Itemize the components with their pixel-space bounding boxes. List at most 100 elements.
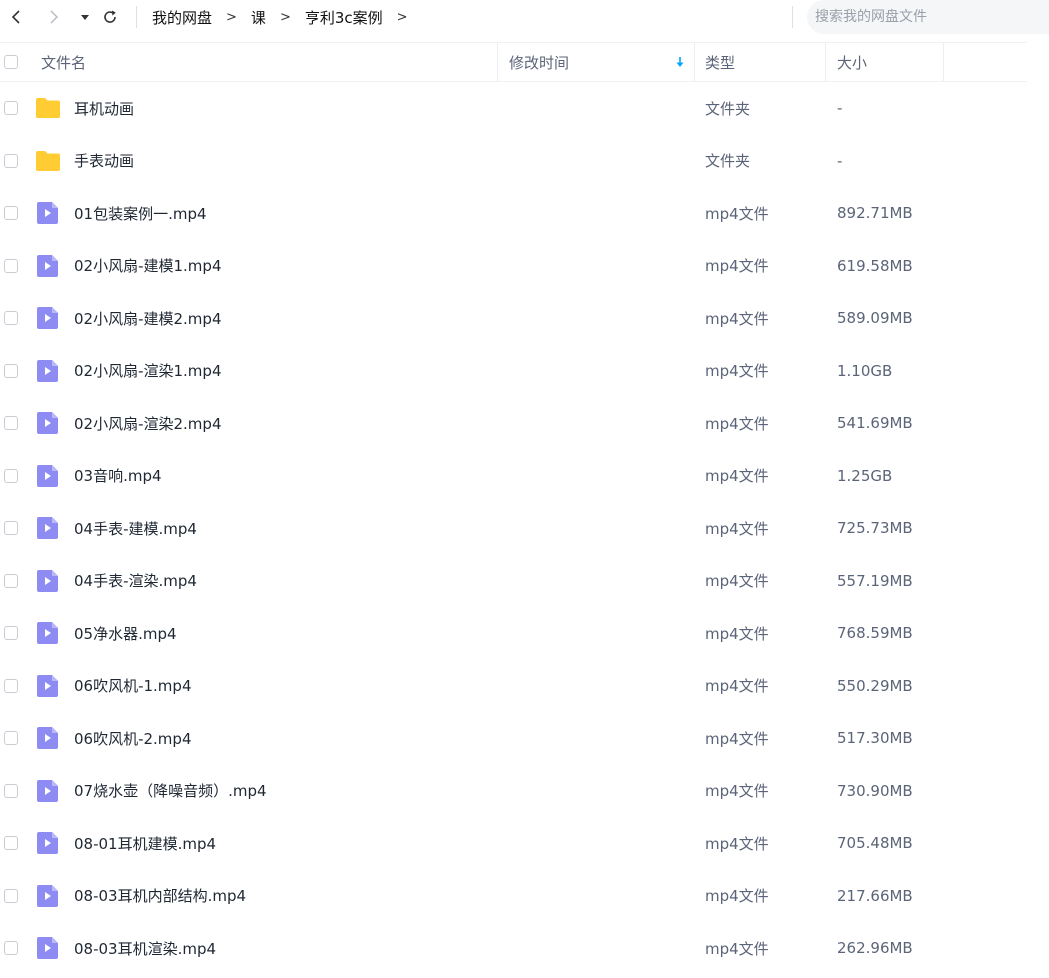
table-row[interactable]: 07烧水壶（降噪音频）.mp4 mp4文件 730.90MB [0, 765, 1027, 818]
file-name[interactable]: 08-03耳机内部结构.mp4 [74, 870, 246, 922]
file-size: - [837, 151, 843, 170]
table-row[interactable]: 05净水器.mp4 mp4文件 768.59MB [0, 607, 1027, 660]
table-row[interactable]: 手表动画 文件夹 - [0, 135, 1027, 188]
row-checkbox[interactable] [4, 363, 18, 378]
search-box [807, 0, 1049, 34]
file-type: mp4文件 [705, 887, 769, 905]
file-type: mp4文件 [705, 677, 769, 695]
file-name[interactable]: 手表动画 [74, 135, 134, 187]
table-row[interactable]: 04手表-建模.mp4 mp4文件 725.73MB [0, 502, 1027, 555]
breadcrumb-item-my-drive[interactable]: 我的网盘 [152, 7, 212, 28]
table-row[interactable]: 06吹风机-1.mp4 mp4文件 550.29MB [0, 660, 1027, 713]
row-checkbox[interactable] [4, 678, 18, 693]
row-checkbox[interactable] [4, 258, 18, 273]
table-row[interactable]: 03音响.mp4 mp4文件 1.25GB [0, 450, 1027, 503]
video-file-icon [37, 359, 58, 382]
row-checkbox[interactable] [4, 573, 18, 588]
table-row[interactable]: 02小风扇-建模2.mp4 mp4文件 589.09MB [0, 292, 1027, 345]
breadcrumb-item-current-folder[interactable]: 亨利3c案例 [305, 7, 383, 28]
video-file-icon [37, 517, 58, 539]
row-checkbox[interactable] [4, 468, 18, 483]
video-file-icon [37, 622, 58, 644]
column-header-type[interactable]: 类型 [705, 43, 735, 81]
file-name[interactable]: 08-01耳机建模.mp4 [74, 817, 216, 869]
breadcrumb-item-course[interactable]: 课 [251, 7, 266, 28]
video-file-icon [37, 779, 58, 802]
file-size: 892.71MB [837, 204, 913, 222]
file-name[interactable]: 04手表-建模.mp4 [74, 502, 197, 554]
toolbar-divider [792, 6, 793, 28]
table-header: 文件名 修改时间 类型 大小 [0, 42, 1027, 82]
file-name[interactable]: 06吹风机-2.mp4 [74, 712, 192, 764]
row-checkbox[interactable] [4, 888, 18, 903]
table-row[interactable]: 08-03耳机内部结构.mp4 mp4文件 217.66MB [0, 870, 1027, 923]
video-file-icon [37, 674, 58, 697]
file-size: 217.66MB [837, 886, 913, 905]
file-name[interactable]: 耳机动画 [74, 82, 134, 134]
table-row[interactable]: 02小风扇-渲染1.mp4 mp4文件 1.10GB [0, 345, 1027, 398]
row-checkbox[interactable] [4, 153, 18, 168]
row-checkbox[interactable] [4, 783, 18, 798]
file-name[interactable]: 08-03耳机渲染.mp4 [74, 922, 216, 974]
video-file-icon [37, 202, 58, 224]
search-input[interactable] [813, 8, 1037, 26]
caret-down-icon [81, 15, 89, 20]
table-row[interactable]: 08-01耳机建模.mp4 mp4文件 705.48MB [0, 817, 1027, 870]
video-file-icon [37, 254, 58, 277]
row-checkbox[interactable] [4, 206, 18, 220]
arrow-down-icon[interactable] [675, 55, 685, 69]
file-name[interactable]: 04手表-渲染.mp4 [74, 555, 197, 607]
toolbar-divider [136, 6, 137, 28]
table-row[interactable]: 01包装案例一.mp4 mp4文件 892.71MB [0, 187, 1027, 240]
folder-icon [36, 98, 60, 118]
row-checkbox[interactable] [4, 626, 18, 640]
file-type: mp4文件 [705, 572, 769, 590]
column-header-size[interactable]: 大小 [837, 43, 867, 81]
chevron-right-icon [50, 10, 58, 24]
video-file-icon [37, 412, 58, 434]
file-name[interactable]: 02小风扇-渲染1.mp4 [74, 345, 222, 397]
table-row[interactable]: 06吹风机-2.mp4 mp4文件 517.30MB [0, 712, 1027, 765]
table-row[interactable]: 08-03耳机渲染.mp4 mp4文件 262.96MB [0, 922, 1027, 975]
table-row[interactable]: 02小风扇-渲染2.mp4 mp4文件 541.69MB [0, 397, 1027, 450]
file-type: mp4文件 [705, 257, 769, 275]
file-name[interactable]: 01包装案例一.mp4 [74, 187, 207, 239]
forward-button[interactable] [44, 6, 64, 28]
chevron-left-icon [11, 10, 20, 24]
refresh-button[interactable] [100, 6, 120, 28]
file-size: 550.29MB [837, 676, 913, 695]
row-checkbox[interactable] [4, 731, 18, 745]
file-name[interactable]: 07烧水壶（降噪音频）.mp4 [74, 765, 267, 817]
history-dropdown-button[interactable] [75, 6, 95, 28]
column-header-modified[interactable]: 修改时间 [509, 43, 569, 81]
back-button[interactable] [6, 6, 26, 28]
table-row[interactable]: 02小风扇-建模1.mp4 mp4文件 619.58MB [0, 240, 1027, 293]
column-divider [943, 43, 944, 81]
file-size: 589.09MB [837, 309, 913, 327]
row-checkbox[interactable] [4, 941, 18, 955]
file-name[interactable]: 02小风扇-建模1.mp4 [74, 240, 222, 292]
file-name[interactable]: 05净水器.mp4 [74, 607, 177, 659]
column-header-name[interactable]: 文件名 [41, 43, 86, 81]
row-checkbox[interactable] [4, 101, 18, 115]
file-size: 705.48MB [837, 834, 913, 852]
table-row[interactable]: 耳机动画 文件夹 - [0, 82, 1027, 135]
video-file-icon [37, 569, 58, 592]
file-name[interactable]: 02小风扇-建模2.mp4 [74, 292, 222, 344]
file-type: mp4文件 [705, 834, 769, 853]
file-name[interactable]: 03音响.mp4 [74, 450, 162, 502]
row-checkbox[interactable] [4, 416, 18, 430]
toolbar: 我的网盘 > 课 > 亨利3c案例 > [0, 0, 1049, 36]
file-name[interactable]: 02小风扇-渲染2.mp4 [74, 397, 222, 449]
file-name[interactable]: 06吹风机-1.mp4 [74, 660, 192, 712]
refresh-icon [104, 10, 116, 23]
file-type: mp4文件 [705, 467, 769, 485]
row-checkbox[interactable] [4, 836, 18, 850]
select-all-checkbox[interactable] [4, 55, 18, 69]
row-checkbox[interactable] [4, 311, 18, 325]
file-type: mp4文件 [705, 309, 769, 328]
table-row[interactable]: 04手表-渲染.mp4 mp4文件 557.19MB [0, 555, 1027, 608]
row-checkbox[interactable] [4, 521, 18, 535]
file-type: mp4文件 [705, 414, 769, 433]
file-size: 517.30MB [837, 729, 913, 747]
